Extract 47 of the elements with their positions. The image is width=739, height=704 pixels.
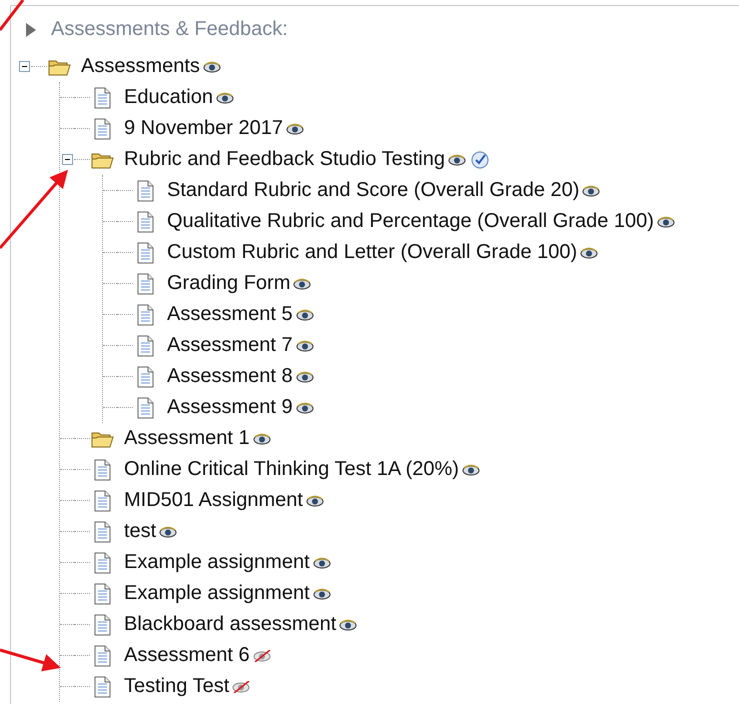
tree-item-label[interactable]: Testing Test bbox=[124, 675, 230, 698]
tree-item-label[interactable]: Assessment 8 bbox=[167, 365, 293, 388]
tree-item-label[interactable]: Example assignment bbox=[124, 582, 310, 605]
eye-icon[interactable] bbox=[202, 60, 221, 72]
tree-item-label[interactable]: Qualitative Rubric and Percentage (Overall Grade 100) bbox=[167, 210, 654, 233]
expand-icon[interactable] bbox=[25, 22, 37, 38]
eye-icon[interactable] bbox=[448, 154, 466, 166]
eye-icon[interactable] bbox=[159, 526, 178, 538]
tree-item-label[interactable]: Assessment 5 bbox=[167, 303, 293, 326]
tree-item-label[interactable]: Rubric and Feedback Studio Testing bbox=[124, 148, 445, 171]
tree-item-label[interactable]: Assessments bbox=[81, 55, 200, 78]
tree-item-label[interactable]: Assessment 7 bbox=[167, 334, 293, 357]
tree-item-label[interactable]: Assessment 6 bbox=[124, 644, 250, 667]
eye-icon[interactable] bbox=[296, 340, 314, 352]
eye-icon[interactable] bbox=[339, 618, 358, 630]
eye-icon[interactable] bbox=[312, 556, 331, 568]
eye-icon[interactable] bbox=[656, 216, 675, 228]
section-title[interactable]: Assessments & Feedback: bbox=[51, 18, 288, 41]
eye-icon[interactable] bbox=[293, 278, 312, 290]
eye-icon[interactable] bbox=[216, 92, 234, 104]
crossed-eye-icon[interactable] bbox=[232, 680, 250, 692]
tree-item-label[interactable]: Blackboard assessment bbox=[124, 613, 336, 636]
tree-item-label[interactable]: Assessment 9 bbox=[167, 396, 293, 419]
collapse-button[interactable] bbox=[18, 61, 30, 72]
tree-item-label[interactable]: Education bbox=[124, 86, 213, 109]
eye-icon[interactable] bbox=[312, 588, 331, 600]
eye-icon[interactable] bbox=[296, 402, 314, 414]
annotation-arrow bbox=[0, 648, 61, 672]
eye-icon[interactable] bbox=[252, 432, 271, 444]
crossed-eye-icon[interactable] bbox=[252, 650, 271, 662]
tree-item-label[interactable]: test bbox=[124, 520, 156, 543]
tree-item-label[interactable]: Online Critical Thinking Test 1A (20%) bbox=[124, 458, 459, 481]
eye-icon[interactable] bbox=[296, 308, 314, 320]
tree-item-label[interactable]: MID501 Assignment bbox=[124, 489, 303, 512]
eye-icon[interactable] bbox=[306, 494, 324, 506]
tree-item-label[interactable]: Example assignment bbox=[124, 551, 310, 574]
eye-icon[interactable] bbox=[462, 464, 480, 476]
eye-icon[interactable] bbox=[582, 184, 600, 196]
eye-icon[interactable] bbox=[286, 122, 304, 134]
tree-item-label[interactable]: Assessment 1 bbox=[124, 427, 250, 450]
tree-item-label[interactable]: Standard Rubric and Score (Overall Grade 20) bbox=[167, 179, 580, 202]
tree-item-label[interactable]: 9 November 2017 bbox=[124, 117, 283, 140]
tree-item-label[interactable]: Grading Form bbox=[167, 272, 290, 295]
collapse-button[interactable] bbox=[62, 154, 72, 165]
eye-icon[interactable] bbox=[580, 246, 598, 258]
tree-item-label[interactable]: Custom Rubric and Letter (Overall Grade 100) bbox=[167, 241, 578, 264]
eye-icon[interactable] bbox=[296, 370, 314, 382]
